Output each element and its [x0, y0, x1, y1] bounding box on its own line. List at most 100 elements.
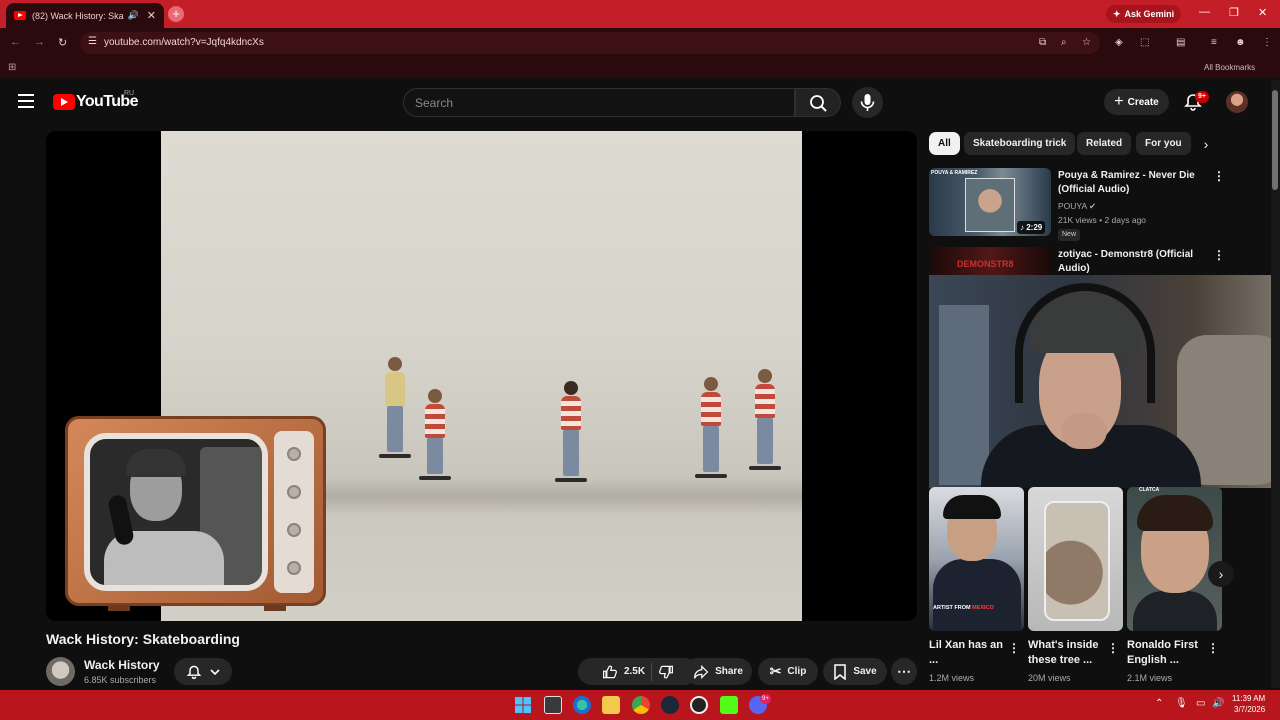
edge-browser-icon[interactable] — [573, 696, 591, 714]
short-views: 1.2M views — [929, 673, 975, 683]
apps-grid-icon[interactable]: ⊞ — [8, 62, 16, 73]
chip-all[interactable]: All — [929, 132, 960, 155]
clock-time[interactable]: 11:39 AM — [1232, 694, 1265, 703]
recommendation-title[interactable]: Pouya & Ramirez - Never Die (Official Au… — [1058, 169, 1198, 197]
short-caption: ARTIST FROM MEXICO — [933, 605, 994, 611]
minimize-window-icon[interactable]: — — [1199, 6, 1210, 18]
thumbnail-text: DEMONSTR8 — [957, 259, 1014, 269]
restore-window-icon[interactable]: ❐ — [1229, 6, 1239, 19]
skater-figure — [379, 357, 411, 458]
url-text: youtube.com/watch?v=Jqfq4kdncXs — [104, 37, 264, 48]
close-tab-icon[interactable]: ✕ — [147, 9, 156, 22]
recommendation-thumbnail[interactable]: DEMONSTR8 — [929, 247, 1051, 277]
short-thumbnail[interactable]: ARTIST FROM MEXICO — [929, 487, 1024, 631]
back-arrow-icon[interactable]: ← — [10, 36, 21, 48]
new-tab-button[interactable]: + — [168, 6, 184, 22]
chip-skateboarding-trick[interactable]: Skateboarding trick — [964, 132, 1076, 155]
search-button[interactable] — [795, 88, 841, 117]
chevron-right-icon[interactable]: › — [1196, 134, 1216, 154]
youtube-logo-icon[interactable] — [53, 94, 75, 110]
save-button[interactable]: Save — [823, 658, 887, 685]
network-icon[interactable]: ▭ — [1196, 698, 1205, 709]
gemini-sparkle-icon: ✦ — [1113, 8, 1121, 19]
create-button[interactable]: + Create — [1104, 89, 1169, 115]
search-input[interactable] — [415, 95, 783, 110]
ask-gemini-button[interactable]: ✦ Ask Gemini — [1106, 5, 1182, 23]
thumbs-down-icon[interactable] — [658, 664, 674, 680]
close-window-icon[interactable]: ✕ — [1258, 6, 1267, 19]
chip-for-you[interactable]: For you — [1136, 132, 1191, 155]
chrome-icon[interactable] — [632, 696, 650, 714]
profile-icon[interactable]: ☻ — [1235, 37, 1246, 48]
zoom-icon[interactable]: ⌕ — [1061, 37, 1067, 48]
short-title[interactable]: Ronaldo First English ... — [1127, 638, 1207, 668]
account-avatar[interactable] — [1226, 91, 1248, 113]
downloads-icon[interactable]: ≡ — [1211, 37, 1217, 48]
task-view-icon[interactable] — [544, 696, 562, 714]
windows-start-icon[interactable] — [514, 696, 532, 714]
music-note-icon: ♪ — [1020, 223, 1024, 232]
chevron-right-icon[interactable]: › — [1208, 561, 1234, 587]
file-explorer-icon[interactable] — [602, 696, 620, 714]
recommendation-channel[interactable]: POUYA ✔ — [1058, 201, 1096, 212]
kebab-menu-icon[interactable]: ⋮ — [1008, 641, 1020, 655]
reload-icon[interactable]: ↻ — [58, 36, 67, 49]
chevron-down-icon — [210, 668, 220, 675]
save-playlist-icon — [834, 663, 847, 680]
bookmark-star-icon[interactable]: ☆ — [1082, 37, 1091, 48]
page-scrollbar[interactable] — [1271, 80, 1280, 688]
share-label: Share — [715, 666, 743, 677]
kebab-menu-icon[interactable]: ⋮ — [1207, 641, 1219, 655]
show-hidden-icons-chevron-icon[interactable]: ⌃ — [1155, 698, 1163, 709]
country-code: RU — [124, 90, 135, 97]
short-overlay-text: CLATCA — [1139, 487, 1160, 493]
all-bookmarks-link[interactable]: All Bookmarks — [1204, 63, 1255, 72]
kebab-menu-icon[interactable]: ⋮ — [1107, 641, 1119, 655]
address-bar[interactable]: ☰ youtube.com/watch?v=Jqfq4kdncXs ⧉ ⌕ ☆ — [80, 32, 1100, 54]
notification-count-badge: 9+ — [1195, 91, 1209, 103]
scrollbar-thumb[interactable] — [1272, 90, 1278, 190]
kebab-menu-icon[interactable]: ⋮ — [1213, 169, 1225, 183]
save-label: Save — [853, 666, 877, 677]
search-field[interactable] — [403, 88, 795, 117]
audio-playing-icon[interactable]: 🔊 — [128, 10, 139, 21]
channel-tv-overlay-image — [65, 416, 326, 611]
extensions-puzzle-icon[interactable]: ⬚ — [1140, 37, 1149, 48]
media-icon[interactable]: ▤ — [1176, 37, 1185, 48]
subscribed-notifications-button[interactable] — [174, 658, 232, 685]
share-button[interactable]: Share — [684, 658, 752, 685]
kick-icon[interactable] — [720, 696, 738, 714]
like-button[interactable]: 2.5K — [602, 664, 645, 680]
chrome-menu-icon[interactable]: ⋮ — [1262, 37, 1272, 48]
clip-button[interactable]: ✂ Clip — [758, 658, 818, 685]
volume-icon[interactable]: 🔊 — [1212, 698, 1224, 709]
forward-arrow-icon[interactable]: → — [34, 36, 45, 48]
subscriber-count: 6.85K subscribers — [84, 675, 157, 685]
short-views: 20M views — [1028, 673, 1071, 683]
recommendation-title[interactable]: zotiyac - Demonstr8 (Official Audio) — [1058, 248, 1198, 276]
steam-icon[interactable] — [661, 696, 679, 714]
more-horizontal-icon: ⋯ — [897, 663, 911, 679]
site-info-icon[interactable]: ☰ — [88, 36, 97, 47]
scissors-icon: ✂ — [769, 663, 782, 679]
voice-search-button[interactable] — [852, 87, 883, 118]
browser-tab[interactable]: (82) Wack History: Skateboarding 🔊 ✕ — [6, 3, 164, 28]
clock-date[interactable]: 3/7/2026 — [1234, 705, 1265, 714]
channel-name[interactable]: Wack History — [84, 658, 160, 672]
skater-figure — [695, 377, 727, 478]
microphone-icon — [860, 94, 875, 111]
short-thumbnail[interactable] — [1028, 487, 1123, 631]
kebab-menu-icon[interactable]: ⋮ — [1213, 248, 1225, 262]
chip-related[interactable]: Related — [1077, 132, 1132, 155]
short-title[interactable]: What's inside these tree ... — [1028, 638, 1108, 668]
obs-studio-icon[interactable] — [690, 696, 708, 714]
channel-avatar[interactable] — [46, 657, 75, 686]
short-thumbnail[interactable]: CLATCA — [1127, 487, 1222, 631]
hamburger-menu-icon[interactable] — [18, 94, 34, 108]
microphone-tray-icon[interactable]: 🎙 — [1175, 698, 1188, 709]
more-actions-button[interactable]: ⋯ — [891, 658, 917, 685]
extension-icon[interactable]: ◈ — [1115, 37, 1123, 48]
thumbs-up-icon — [602, 665, 617, 678]
install-app-icon[interactable]: ⧉ — [1039, 37, 1046, 48]
short-title[interactable]: Lil Xan has an ... — [929, 638, 1009, 668]
